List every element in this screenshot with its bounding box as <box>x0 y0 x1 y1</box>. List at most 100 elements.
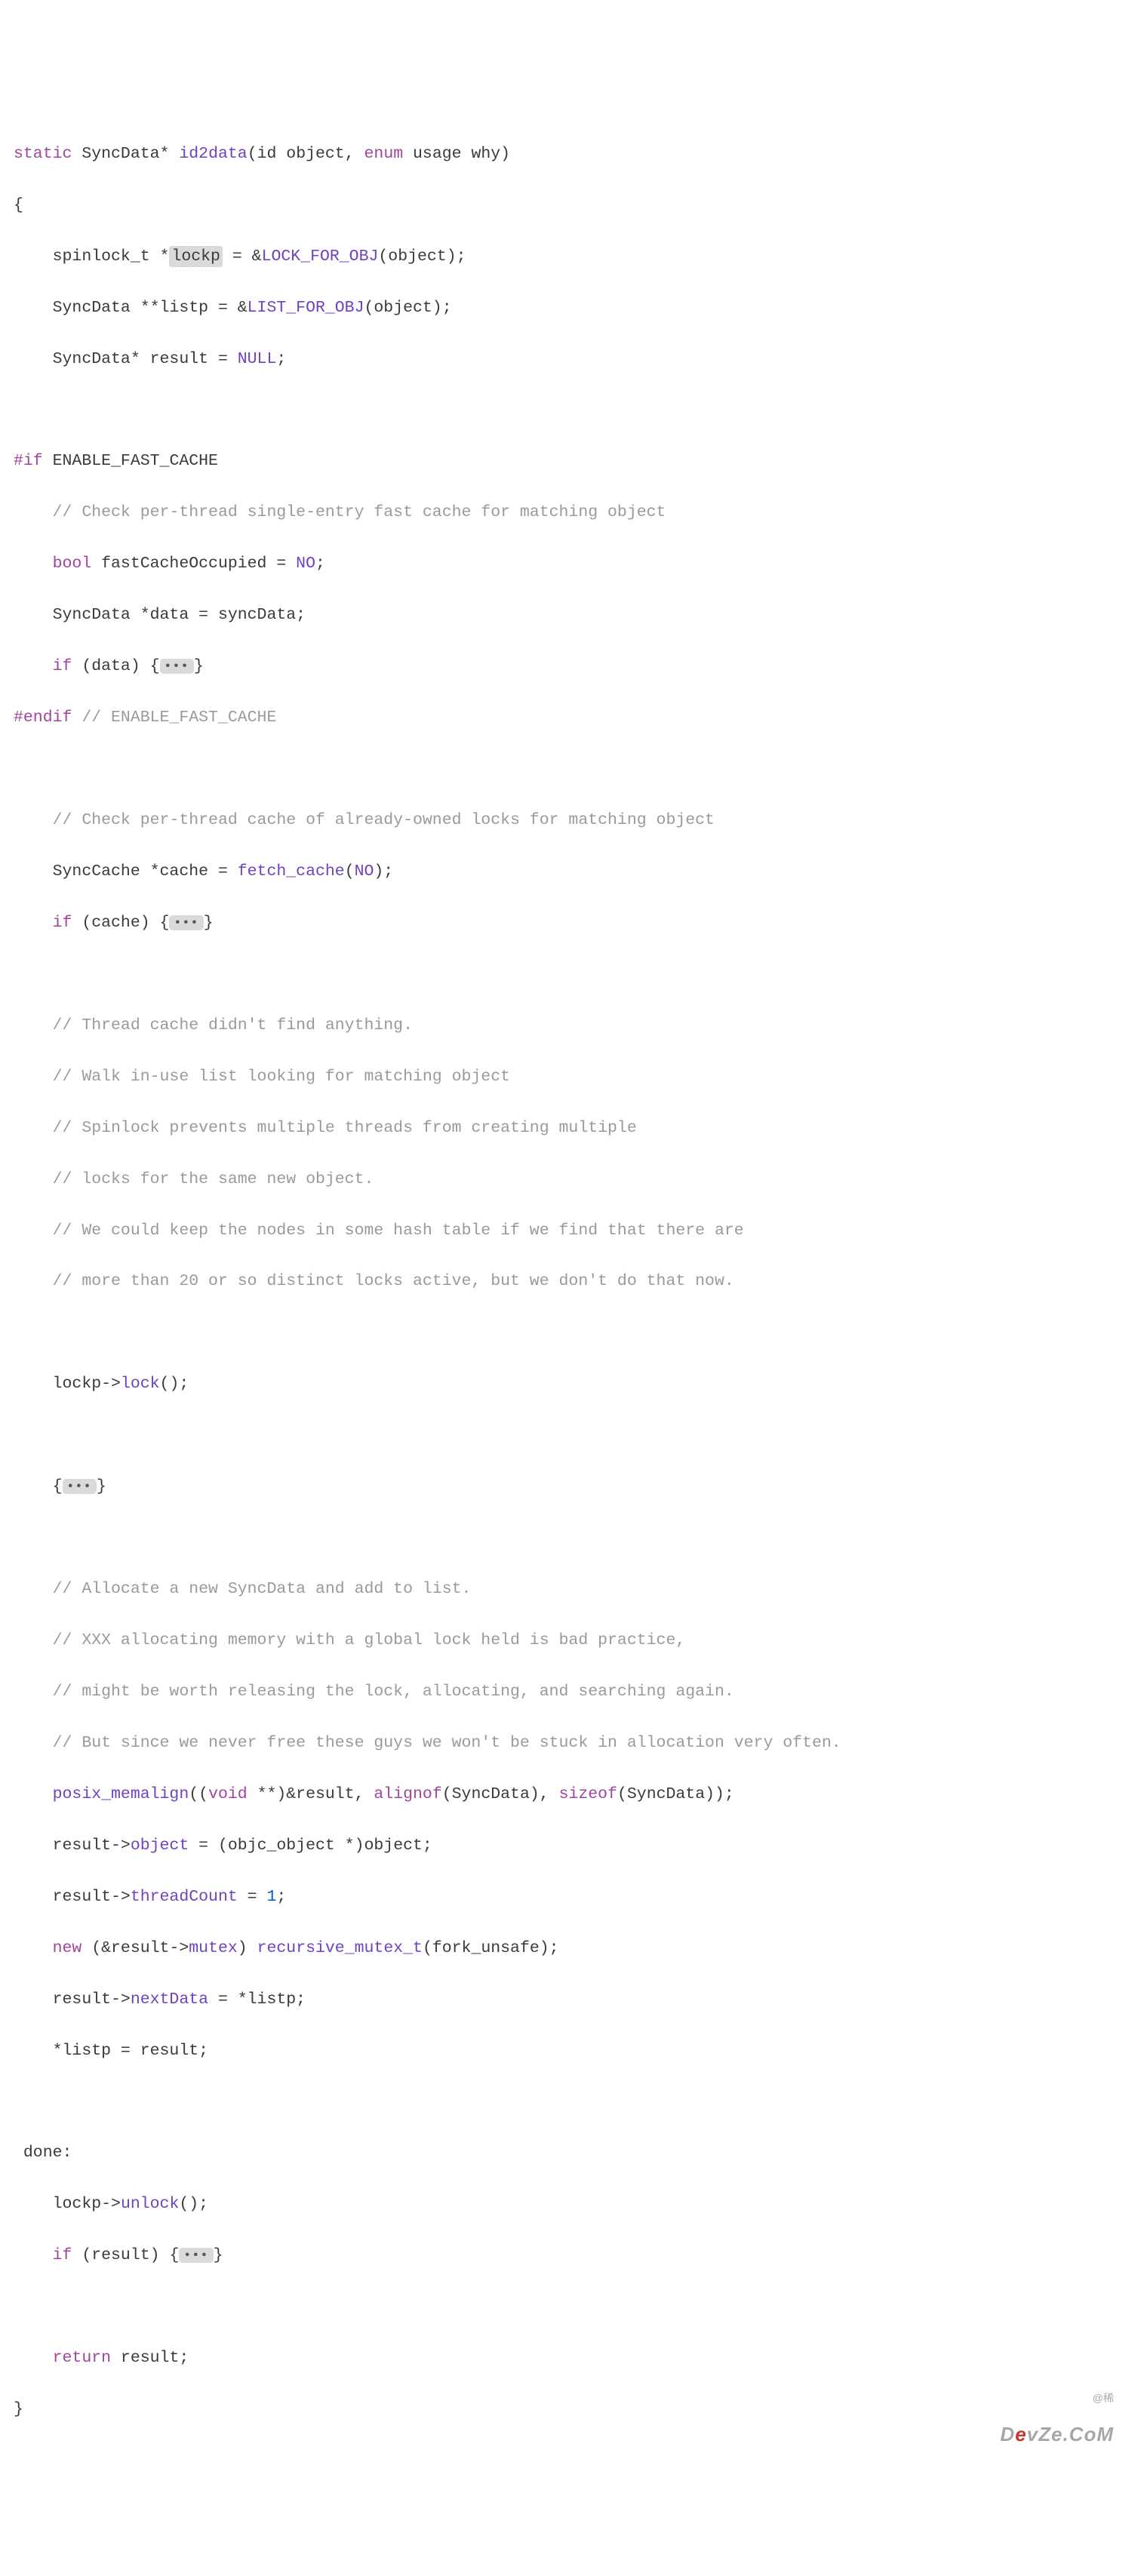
keyword-bool: bool <box>53 555 92 573</box>
fold-marker-icon[interactable]: ••• <box>63 1479 97 1494</box>
fold-marker-icon[interactable]: ••• <box>160 659 194 674</box>
keyword-alignof: alignof <box>374 1785 441 1803</box>
code-text <box>14 914 53 932</box>
code-line: #endif // ENABLE_FAST_CACHE <box>14 705 1127 731</box>
code-text: (data) { <box>72 657 159 675</box>
code-text: ); <box>374 862 393 881</box>
constant-null: NULL <box>238 350 277 368</box>
preprocessor-if: #if <box>14 452 43 470</box>
code-text: (); <box>160 1375 189 1393</box>
code-text: fastCacheOccupied = <box>91 555 296 573</box>
function-call: fetch_cache <box>238 862 345 881</box>
keyword-static: static <box>14 145 72 163</box>
member-access: threadCount <box>131 1888 238 1906</box>
code-text: result-> <box>14 1888 131 1906</box>
code-text <box>14 2246 53 2264</box>
code-text: ) <box>238 1939 257 1957</box>
code-text: (object); <box>378 247 466 266</box>
code-text: = <box>238 1888 267 1906</box>
method-call: unlock <box>121 2195 179 2213</box>
code-text: **)&result, <box>248 1785 374 1803</box>
keyword-void: void <box>208 1785 248 1803</box>
code-text: lockp-> <box>14 2195 121 2213</box>
code-text: (fork_unsafe); <box>423 1939 559 1957</box>
keyword-new: new <box>53 1939 82 1957</box>
code-text: (object); <box>364 299 451 317</box>
code-line: lockp->unlock(); <box>14 2192 1127 2218</box>
code-line: result->threadCount = 1; <box>14 1885 1127 1910</box>
code-line: SyncCache *cache = fetch_cache(NO); <box>14 859 1127 885</box>
comment-line: // Spinlock prevents multiple threads fr… <box>14 1116 1127 1142</box>
macro-call: LOCK_FOR_OBJ <box>262 247 379 266</box>
code-line: SyncData *data = syncData; <box>14 603 1127 629</box>
type-name: SyncData* <box>82 145 169 163</box>
member-access: nextData <box>131 1990 208 2009</box>
code-text: ; <box>315 555 325 573</box>
code-text: } <box>214 2246 223 2264</box>
code-text: = *listp; <box>208 1990 306 2009</box>
comment-line: // Walk in-use list looking for matching… <box>14 1065 1127 1090</box>
watermark-text: vZe.CoM <box>1027 2423 1114 2445</box>
preprocessor-endif: #endif <box>14 709 72 727</box>
code-text: lockp-> <box>14 1375 121 1393</box>
code-text: result-> <box>14 1990 131 2009</box>
code-text: = & <box>223 247 262 266</box>
blank-line <box>14 398 1127 424</box>
code-line: lockp->lock(); <box>14 1372 1127 1397</box>
code-text <box>14 657 53 675</box>
code-text: result; <box>111 2349 189 2367</box>
code-line: if (result) {•••} <box>14 2243 1127 2269</box>
code-line: *listp = result; <box>14 2039 1127 2064</box>
macro-call: LIST_FOR_OBJ <box>248 299 364 317</box>
method-call: lock <box>121 1375 160 1393</box>
function-name: id2data <box>179 145 247 163</box>
param-list: (id object, <box>248 145 364 163</box>
code-line: return result; <box>14 2346 1127 2372</box>
blank-line <box>14 2295 1127 2320</box>
code-text <box>14 2349 53 2367</box>
code-text: { <box>14 1477 63 1495</box>
code-text: spinlock_t * <box>14 247 169 266</box>
code-text: ( <box>345 862 355 881</box>
code-block: static SyncData* id2data(id object, enum… <box>14 116 1127 2500</box>
code-text: = (objc_object *)object; <box>189 1837 432 1855</box>
code-text: (SyncData)); <box>617 1785 734 1803</box>
code-text <box>14 1939 53 1957</box>
keyword-return: return <box>53 2349 111 2367</box>
watermark-small: @稀 <box>1000 2393 1114 2403</box>
fold-marker-icon[interactable]: ••• <box>179 2248 213 2263</box>
label-done: done: <box>14 2141 1127 2166</box>
code-line: { <box>14 193 1127 219</box>
code-line: static SyncData* id2data(id object, enum… <box>14 142 1127 168</box>
comment-line: // XXX allocating memory with a global l… <box>14 1628 1127 1654</box>
code-text: ; <box>276 1888 286 1906</box>
comment-line: // might be worth releasing the lock, al… <box>14 1680 1127 1705</box>
comment-inline: // ENABLE_FAST_CACHE <box>72 709 276 727</box>
fold-marker-icon[interactable]: ••• <box>169 915 203 930</box>
param-tail: usage why) <box>403 145 510 163</box>
member-access: mutex <box>189 1939 238 1957</box>
comment-line: // locks for the same new object. <box>14 1167 1127 1193</box>
code-text: result-> <box>14 1837 131 1855</box>
member-access: object <box>131 1837 189 1855</box>
code-text: (cache) { <box>72 914 169 932</box>
blank-line <box>14 962 1127 988</box>
code-text: } <box>97 1477 106 1495</box>
function-call: posix_memalign <box>53 1785 189 1803</box>
blank-line <box>14 2089 1127 2115</box>
code-text: SyncData* result = <box>14 350 238 368</box>
constructor-call: recursive_mutex_t <box>257 1939 423 1957</box>
code-line: bool fastCacheOccupied = NO; <box>14 552 1127 577</box>
comment-line: // Allocate a new SyncData and add to li… <box>14 1577 1127 1603</box>
code-text: SyncCache *cache = <box>14 862 238 881</box>
constant-no: NO <box>355 862 374 881</box>
watermark-brand: DevZe.CoM <box>1000 2424 1114 2444</box>
code-text: (result) { <box>72 2246 179 2264</box>
blank-line <box>14 1526 1127 1551</box>
comment-line: // We could keep the nodes in some hash … <box>14 1219 1127 1244</box>
selected-identifier[interactable]: lockp <box>169 246 223 267</box>
macro-name: ENABLE_FAST_CACHE <box>43 452 218 470</box>
watermark: @稀 DevZe.CoM <box>1000 2372 1114 2465</box>
code-text: (); <box>179 2195 208 2213</box>
code-line: result->nextData = *listp; <box>14 1987 1127 2013</box>
